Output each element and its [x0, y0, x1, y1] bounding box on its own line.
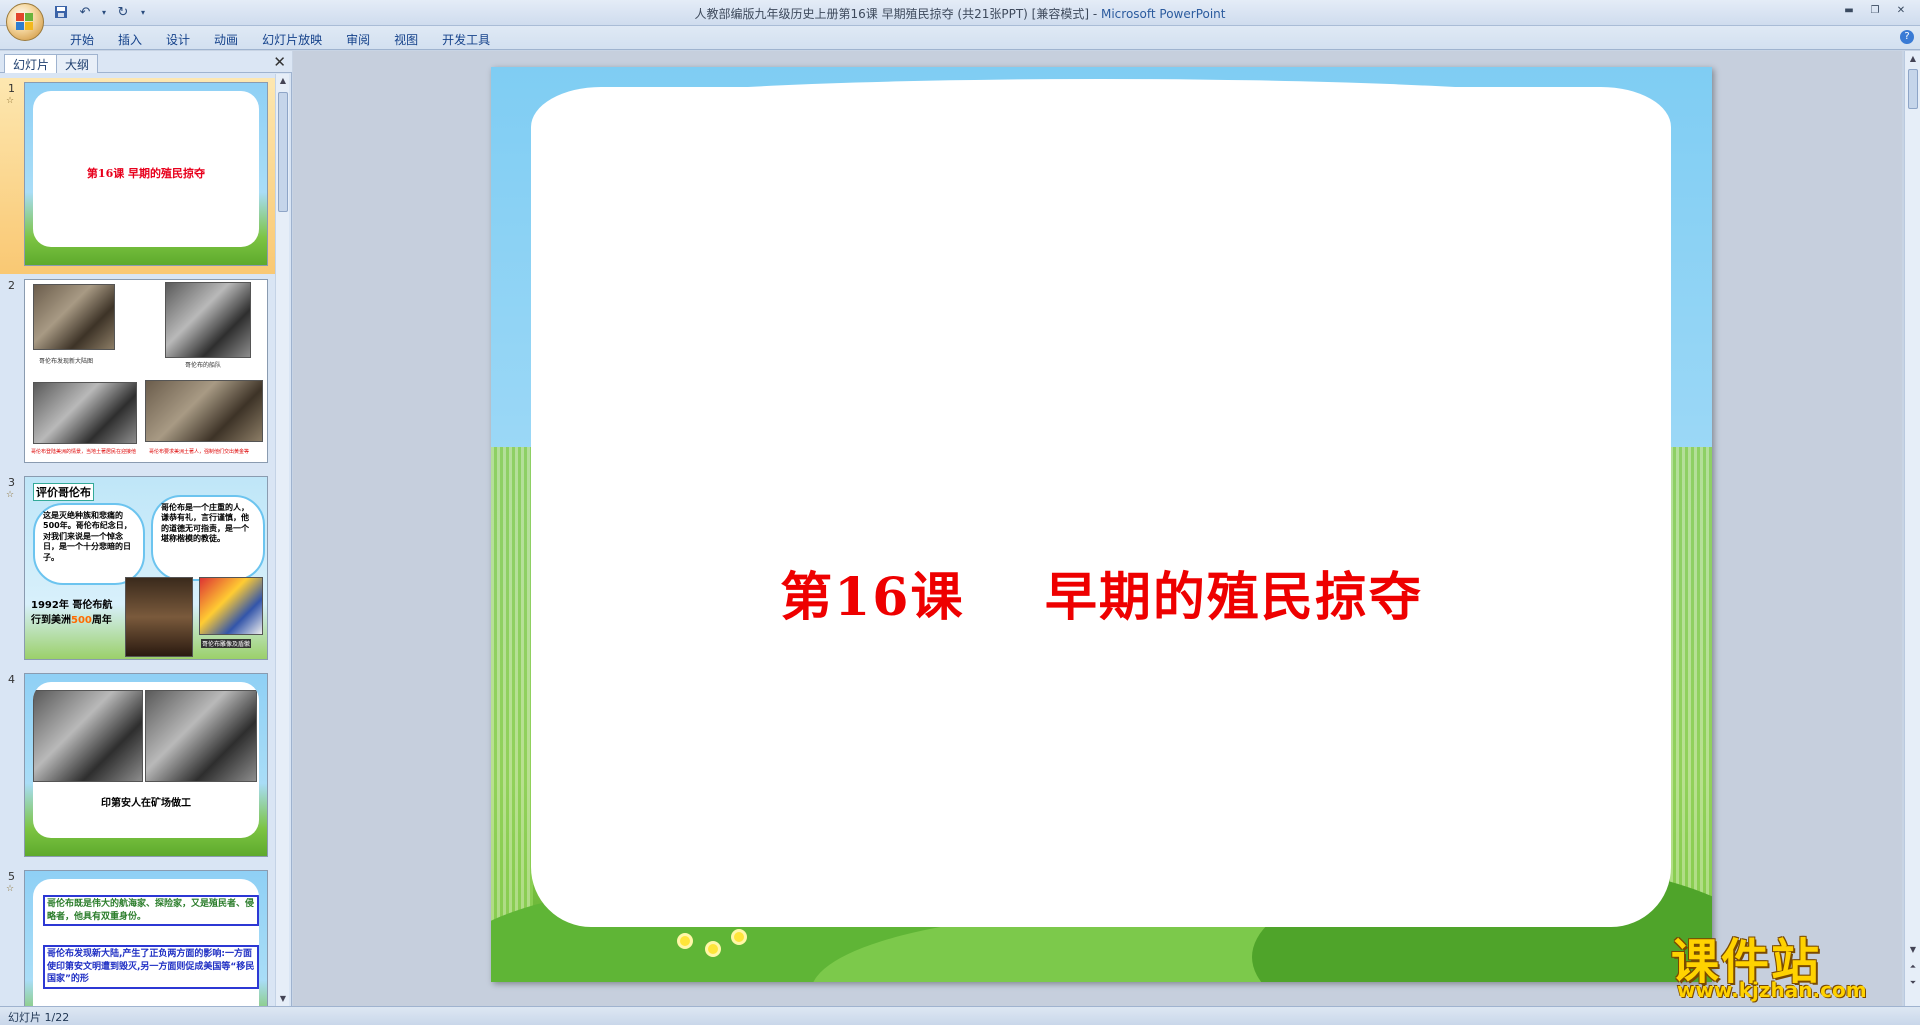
animation-star-icon: ☆ — [6, 490, 15, 500]
summary-box: 哥伦布发现新大陆,产生了正负两方面的影响:一方面使印第安文明遭到毁灭,另一方面则… — [43, 945, 259, 989]
slide-thumbnail-3[interactable]: 3 ☆ 评价哥伦布 这是灭绝种族和悲痛的500年。哥伦布纪念日，对我们来说是一个… — [0, 472, 276, 668]
window-title: 人教部编版九年级历史上册第16课 早期殖民掠夺 (共21张PPT) [兼容模式]… — [0, 5, 1920, 22]
photo-image — [145, 690, 257, 782]
photo-caption: 哥伦布的船队 — [185, 362, 222, 369]
anniversary-highlight: 500 — [71, 614, 92, 626]
scroll-thumb[interactable] — [278, 92, 288, 212]
thumbnail-preview: 第16课 早期的殖民掠夺 — [24, 82, 268, 266]
animation-star-icon: ☆ — [6, 96, 15, 106]
anniversary-line: 1992年 哥伦布航 — [31, 600, 113, 611]
photo-caption: 印第安人在矿场做工 — [101, 798, 191, 809]
slide-thumbnail-1[interactable]: 1 ☆ 第16课 早期的殖民掠夺 — [0, 78, 276, 274]
slide-title[interactable]: 第16课 早期的殖民掠夺 — [491, 555, 1712, 630]
tab-slideshow[interactable]: 幻灯片放映 — [250, 29, 334, 50]
thumbnail-preview: 哥伦布发现新大陆图 哥伦布的船队 哥伦布登陆美洲的情景，当地土著居民在迎接他 哥… — [24, 279, 268, 463]
close-pane-icon[interactable]: ✕ — [273, 53, 286, 71]
slide-thumbnail-5[interactable]: 5 ☆ 哥伦布既是伟大的航海家、探险家，又是殖民者、侵略者，他具有双重身份。 哥… — [0, 866, 276, 1006]
quote-cloud: 哥伦布是一个庄重的人，谦恭有礼，言行谨慎，他的道德无可指责，是一个堪称楷模的教徒… — [151, 495, 265, 581]
coat-of-arms-image — [199, 577, 263, 635]
watermark-logo: 课件站 www.kjzhan.com — [1671, 922, 1901, 1004]
portrait-image — [125, 577, 193, 657]
photo-image — [33, 690, 143, 782]
office-button[interactable] — [6, 3, 44, 41]
document-title: 人教部编版九年级历史上册第16课 早期殖民掠夺 (共21张PPT) [兼容模式]… — [694, 7, 1101, 21]
tab-home[interactable]: 开始 — [58, 29, 106, 50]
slide-paper-background — [531, 87, 1671, 927]
pane-tab-strip: 幻灯片 大纲 ✕ — [0, 51, 292, 73]
close-icon[interactable]: ✕ — [1890, 2, 1912, 18]
animation-star-icon: ☆ — [6, 884, 15, 894]
office-logo-icon — [16, 13, 34, 31]
slide-number: 5 — [8, 870, 15, 883]
tab-developer[interactable]: 开发工具 — [430, 29, 502, 50]
ribbon-tabs: 开始 插入 设计 动画 幻灯片放映 审阅 视图 开发工具 — [58, 29, 502, 50]
slide-number: 1 — [8, 82, 15, 95]
anniversary-line: 行到美洲500周年 — [31, 614, 112, 629]
tab-design[interactable]: 设计 — [154, 29, 202, 50]
scroll-thumb[interactable] — [1908, 69, 1918, 109]
quote-cloud: 这是灭绝种族和悲痛的500年。哥伦布纪念日，对我们来说是一个悼念日，是一个十分悲… — [33, 503, 145, 585]
slide-scrollbar[interactable]: ▲ ▼ ⏶ ⏷ — [1904, 51, 1920, 1006]
tab-insert[interactable]: 插入 — [106, 29, 154, 50]
ribbon-tab-bar: 开始 插入 设计 动画 幻灯片放映 审阅 视图 开发工具 ? — [0, 26, 1920, 50]
photo-caption: 哥伦布雕像及盾徽 — [201, 639, 252, 648]
thumbnail-title: 评价哥伦布 — [33, 483, 94, 501]
anniversary-text-b: 周年 — [91, 614, 112, 626]
flower-icon — [677, 933, 693, 949]
photo-caption: 哥伦布发现新大陆图 — [39, 358, 94, 365]
tab-review[interactable]: 审阅 — [334, 29, 382, 50]
scroll-down-icon[interactable]: ▼ — [276, 992, 290, 1006]
tab-view[interactable]: 视图 — [382, 29, 430, 50]
thumbnail-title: 第16课 早期的殖民掠夺 — [86, 167, 206, 180]
flower-icon — [731, 929, 747, 945]
minimize-icon[interactable]: ▬ — [1838, 2, 1860, 18]
slide-number: 2 — [8, 279, 15, 292]
slide-number: 3 — [8, 476, 15, 489]
photo-image — [33, 382, 137, 444]
slide-thumbnail-2[interactable]: 2 哥伦布发现新大陆图 哥伦布的船队 哥伦布登陆美洲的情景，当地土著居民在迎接他… — [0, 275, 276, 471]
photo-image — [165, 282, 251, 358]
anniversary-text: 1992年 哥伦布航 行到美洲500周年 — [31, 599, 112, 628]
photo-image — [33, 284, 115, 350]
anniversary-text-a: 行到美洲 — [31, 614, 71, 626]
thumbnail-preview: 哥伦布既是伟大的航海家、探险家，又是殖民者、侵略者，他具有双重身份。 哥伦布发现… — [24, 870, 268, 1006]
thumbnail-preview: 印第安人在矿场做工 — [24, 673, 268, 857]
thumbnail-paper: 哥伦布既是伟大的航海家、探险家，又是殖民者、侵略者，他具有双重身份。 哥伦布发现… — [33, 879, 259, 1006]
photo-caption: 哥伦布登陆美洲的情景，当地土著居民在迎接他 — [31, 449, 137, 455]
thumbnail-paper: 印第安人在矿场做工 — [33, 682, 259, 838]
scroll-up-icon[interactable]: ▲ — [1905, 51, 1920, 67]
slide-thumbnail-4[interactable]: 4 印第安人在矿场做工 — [0, 669, 276, 865]
photo-caption: 哥伦布要求美洲土著人，强制他们交出黄金等 — [149, 449, 250, 455]
scroll-up-icon[interactable]: ▲ — [276, 74, 290, 88]
status-bar: 幻灯片 1/22 — [0, 1006, 1920, 1025]
tab-animations[interactable]: 动画 — [202, 29, 250, 50]
tab-slides[interactable]: 幻灯片 — [4, 54, 59, 73]
slide-counter: 幻灯片 1/22 — [8, 1011, 70, 1024]
slide-number: 4 — [8, 673, 15, 686]
watermark-url: www.kjzhan.com — [1677, 978, 1867, 1002]
slide-thumbnail-list: 1 ☆ 第16课 早期的殖民掠夺 2 哥伦布发现新大陆图 哥伦布的船队 哥伦布登… — [0, 74, 276, 1006]
window-controls: ▬ ❐ ✕ — [1838, 2, 1912, 18]
photo-image — [145, 380, 263, 442]
current-slide[interactable]: 第16课 早期的殖民掠夺 — [491, 67, 1712, 982]
app-name: Microsoft PowerPoint — [1100, 7, 1226, 21]
title-bar: ↶ ▾ ↻ ▾ 人教部编版九年级历史上册第16课 早期殖民掠夺 (共21张PPT… — [0, 0, 1920, 41]
scroll-down-icon[interactable]: ▼ — [1905, 942, 1920, 958]
slides-pane: 幻灯片 大纲 ✕ 1 ☆ 第16课 早期的殖民掠夺 2 哥伦布发现新大陆图 哥伦… — [0, 51, 292, 1006]
flower-icon — [705, 941, 721, 957]
thumbnail-paper: 第16课 早期的殖民掠夺 — [33, 91, 259, 247]
maximize-icon[interactable]: ❐ — [1864, 2, 1886, 18]
summary-box: 哥伦布既是伟大的航海家、探险家，又是殖民者、侵略者，他具有双重身份。 — [43, 895, 259, 927]
decorative-grass — [491, 447, 533, 982]
help-icon[interactable]: ? — [1900, 30, 1914, 44]
tab-outline[interactable]: 大纲 — [56, 54, 99, 73]
thumbnail-preview: 评价哥伦布 这是灭绝种族和悲痛的500年。哥伦布纪念日，对我们来说是一个悼念日，… — [24, 476, 268, 660]
next-slide-icon[interactable]: ⏷ — [1906, 976, 1920, 990]
thumbnail-scrollbar[interactable]: ▲ ▼ — [275, 74, 289, 1006]
previous-slide-icon[interactable]: ⏶ — [1906, 960, 1920, 974]
